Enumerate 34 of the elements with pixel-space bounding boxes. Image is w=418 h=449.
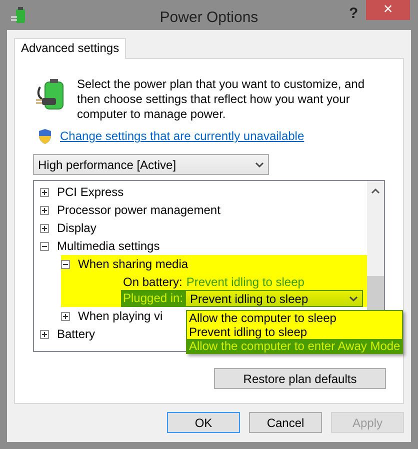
chevron-icon [349, 296, 358, 302]
collapse-icon[interactable] [61, 260, 70, 268]
expand-icon[interactable] [40, 224, 49, 232]
expand-icon[interactable] [61, 312, 70, 320]
tree-item[interactable]: Multimedia settings [57, 237, 160, 255]
tab[interactable]: Advanced settings [14, 38, 126, 59]
close-button[interactable]: × [366, 0, 410, 20]
intro-text: Select the power plan that you want to customize, and then choose settings that reflect how you want your computer to manage power. [77, 77, 366, 122]
restore-defaults-button[interactable]: Restore plan defaults [214, 368, 386, 389]
tree-item[interactable]: PCI Express [57, 183, 124, 201]
shield-icon [38, 128, 52, 144]
plan-dropdown[interactable]: High performance [Active] [33, 154, 269, 175]
dialog-button[interactable]: Cancel [249, 412, 322, 433]
tree-item[interactable]: Display [57, 219, 96, 237]
change-settings-link[interactable]: Change settings that are currently unavailable [60, 127, 304, 145]
tree-item[interactable]: When playing vi [78, 307, 163, 325]
dropdown-option[interactable]: Prevent idling to sleep [187, 325, 402, 339]
chevron-icon [255, 162, 264, 168]
tree-item[interactable]: When sharing media [78, 255, 188, 273]
scroll-up-icon[interactable] [371, 188, 380, 194]
dialog-button[interactable]: OK [167, 412, 240, 433]
help-button[interactable]: ? [349, 3, 358, 26]
window-title: Power Options [160, 8, 258, 28]
expand-icon[interactable] [40, 330, 49, 338]
dropdown-option[interactable]: Allow the computer to sleep [187, 311, 402, 325]
tree-item[interactable]: Processor power management [57, 201, 220, 219]
expand-icon[interactable] [40, 206, 49, 214]
tree-item[interactable]: Battery [57, 325, 96, 343]
expand-icon[interactable] [40, 188, 49, 196]
collapse-icon[interactable] [40, 242, 49, 250]
setting-dropdown[interactable]: Prevent idling to sleep [185, 290, 363, 307]
setting-label: On battery: [123, 274, 182, 290]
battery-plug-icon [11, 7, 27, 25]
setting-label: Plugged in: [121, 290, 186, 307]
